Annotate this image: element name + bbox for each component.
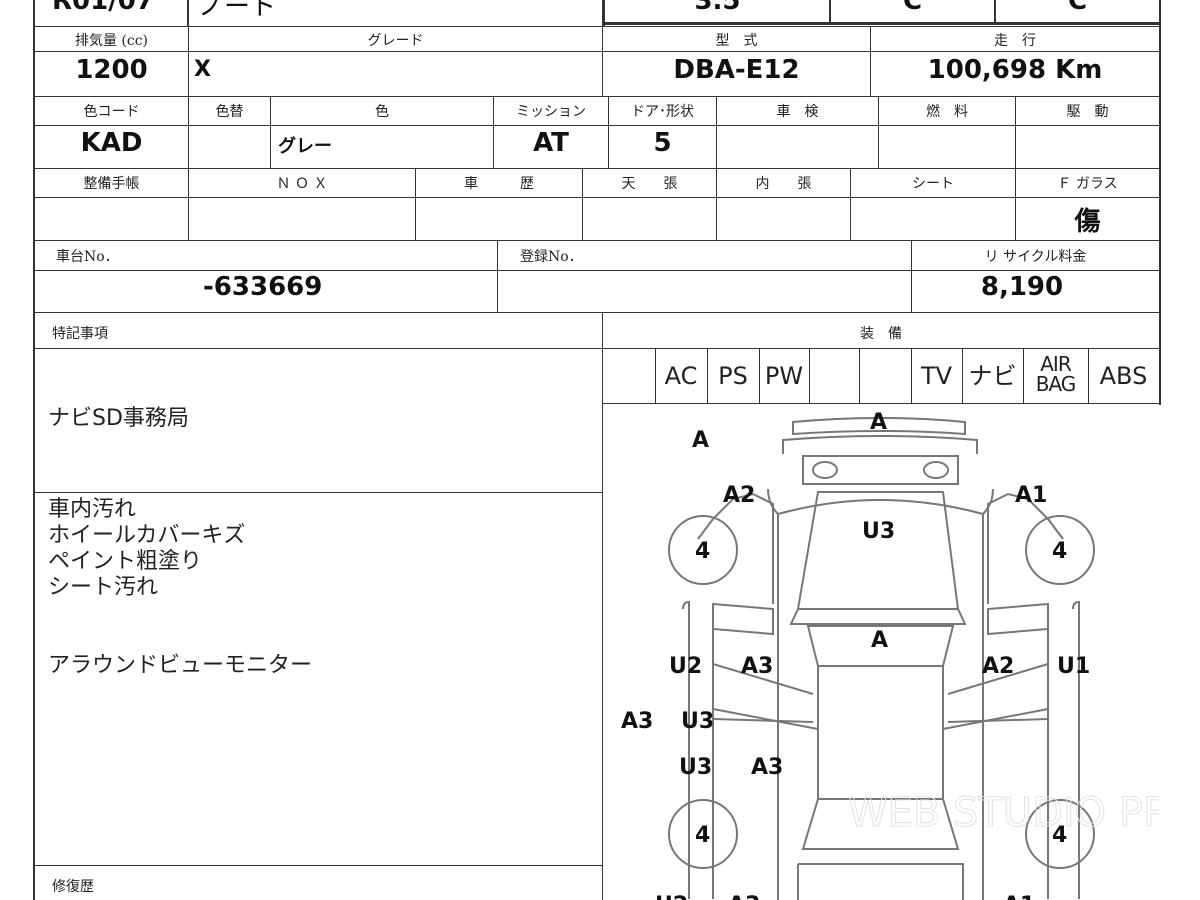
label-displacement: 排気量 (cc) xyxy=(74,33,149,49)
label-mileage: 走 行 xyxy=(994,33,1036,49)
damage-mark: U2 xyxy=(669,654,702,679)
label-nox: Ｎ Ｏ Ｘ xyxy=(276,176,328,192)
label-fuel: 燃 料 xyxy=(926,104,968,120)
equipment-item xyxy=(809,350,859,402)
equipment-divider xyxy=(759,349,760,403)
damage-mark: A1 xyxy=(1015,483,1047,508)
remarks-block-1: ナビSD事務局 xyxy=(48,406,189,432)
damage-mark: A3 xyxy=(728,893,760,900)
equipment-item: TV xyxy=(920,362,953,390)
damage-mark: A2 xyxy=(723,483,755,508)
damage-mark: A3 xyxy=(741,654,773,679)
label-seat: シート xyxy=(912,176,954,192)
equipment-item: AC xyxy=(664,362,698,390)
remark-line: ナビSD事務局 xyxy=(48,406,189,431)
equipment-item: ナビ xyxy=(968,362,1017,390)
remark-line xyxy=(48,601,312,627)
label-drive: 駆 動 xyxy=(1066,104,1109,120)
label-door-shape: ドア･形状 xyxy=(631,104,694,120)
equipment-divider xyxy=(911,349,912,403)
damage-mark: 4 xyxy=(695,539,710,564)
recycle-fee-value: 8,190 xyxy=(980,272,1064,302)
equipment-item: ABS xyxy=(1099,362,1148,390)
displacement-value: 1200 xyxy=(75,55,148,85)
equipment-divider xyxy=(962,349,963,403)
damage-mark: U3 xyxy=(862,519,895,544)
damage-mark: A xyxy=(871,628,888,653)
label-repair-history: 修復歴 xyxy=(52,879,94,895)
label-roof: 天 張 xyxy=(621,176,678,192)
damage-mark: U2 xyxy=(655,893,688,900)
auction-date: R01/07 xyxy=(52,0,154,16)
car-damage-diagram: A A A2 A1 U3 4 4 A U2 A3 A2 U1 A3 U3 U3 … xyxy=(621,410,1159,900)
damage-mark: A xyxy=(870,410,887,435)
label-color: 色 xyxy=(375,104,389,120)
label-model-code: 型 式 xyxy=(715,33,758,49)
label-reg-no: 登録No． xyxy=(520,249,583,265)
equipment-item: PS xyxy=(718,362,748,390)
remark-line: ペイント粗塗り xyxy=(48,549,203,574)
label-inspection: 車 検 xyxy=(776,104,819,120)
remark-line: ホイールカバーキズ xyxy=(48,523,246,548)
label-mission: ミッション xyxy=(516,104,586,120)
label-chassis-no: 車台No． xyxy=(56,249,119,265)
remark-line xyxy=(48,627,312,653)
mission-value: AT xyxy=(533,128,569,158)
equipment-divider xyxy=(809,349,810,403)
remark-line: シート汚れ xyxy=(48,575,159,600)
label-recycle-fee: リ サイクル料金 xyxy=(984,249,1087,265)
damage-mark: 4 xyxy=(695,823,710,848)
watermark: WEB STUDIO PRO xyxy=(848,790,1159,836)
label-maintenance: 整備手帳 xyxy=(83,176,140,192)
label-history: 車 歴 xyxy=(464,176,534,192)
equipment-item: AIR BAG xyxy=(1035,352,1077,396)
color-value: グレー xyxy=(278,136,332,157)
label-remarks: 特記事項 xyxy=(52,326,108,342)
mileage-value: 100,698 Km xyxy=(927,55,1103,85)
interior-grade: C xyxy=(902,0,923,16)
damage-mark: U3 xyxy=(681,709,714,734)
damage-mark: A1 xyxy=(1003,893,1035,900)
label-interior-lining: 内 張 xyxy=(755,176,812,192)
remarks-block-2: 車内汚れ ホイールカバーキズ ペイント粗塗り シート汚れ アラウンドビューモニタ… xyxy=(48,497,312,679)
doors-value: 5 xyxy=(653,128,672,158)
equipment-divider xyxy=(859,349,860,403)
label-f-glass: Ｆ ガラス xyxy=(1057,176,1118,192)
damage-mark: A2 xyxy=(982,654,1014,679)
car-model: ノート xyxy=(198,0,277,22)
remark-line: 車内汚れ xyxy=(48,497,137,522)
equipment-item xyxy=(859,350,911,402)
damage-mark: A3 xyxy=(751,755,783,780)
damage-mark: A xyxy=(692,428,709,453)
model-code-value: DBA-E12 xyxy=(673,55,800,85)
equipment-item xyxy=(603,350,655,402)
equipment-divider xyxy=(655,349,656,403)
exterior-grade: C xyxy=(1067,0,1088,16)
label-repaint: 色替 xyxy=(215,104,244,120)
grade-value: X xyxy=(194,57,211,82)
color-code-value: KAD xyxy=(80,128,143,158)
damage-mark: U1 xyxy=(1057,654,1090,679)
remark-line: アラウンドビューモニター xyxy=(48,653,313,678)
label-equipment: 装 備 xyxy=(860,326,902,342)
chassis-no-value: -633669 xyxy=(203,272,323,302)
equipment-divider xyxy=(707,349,708,403)
damage-mark: U3 xyxy=(679,755,712,780)
f-glass-value: 傷 xyxy=(1074,207,1101,237)
equipment-item: PW xyxy=(764,362,804,390)
equipment-divider xyxy=(1023,349,1024,403)
auction-score: 3.5 xyxy=(694,0,741,16)
label-color-code: 色コード xyxy=(83,104,140,120)
equipment-divider xyxy=(1088,349,1089,403)
damage-mark: 4 xyxy=(1052,539,1067,564)
damage-mark: A3 xyxy=(621,709,653,734)
label-grade: グレード xyxy=(367,33,424,49)
